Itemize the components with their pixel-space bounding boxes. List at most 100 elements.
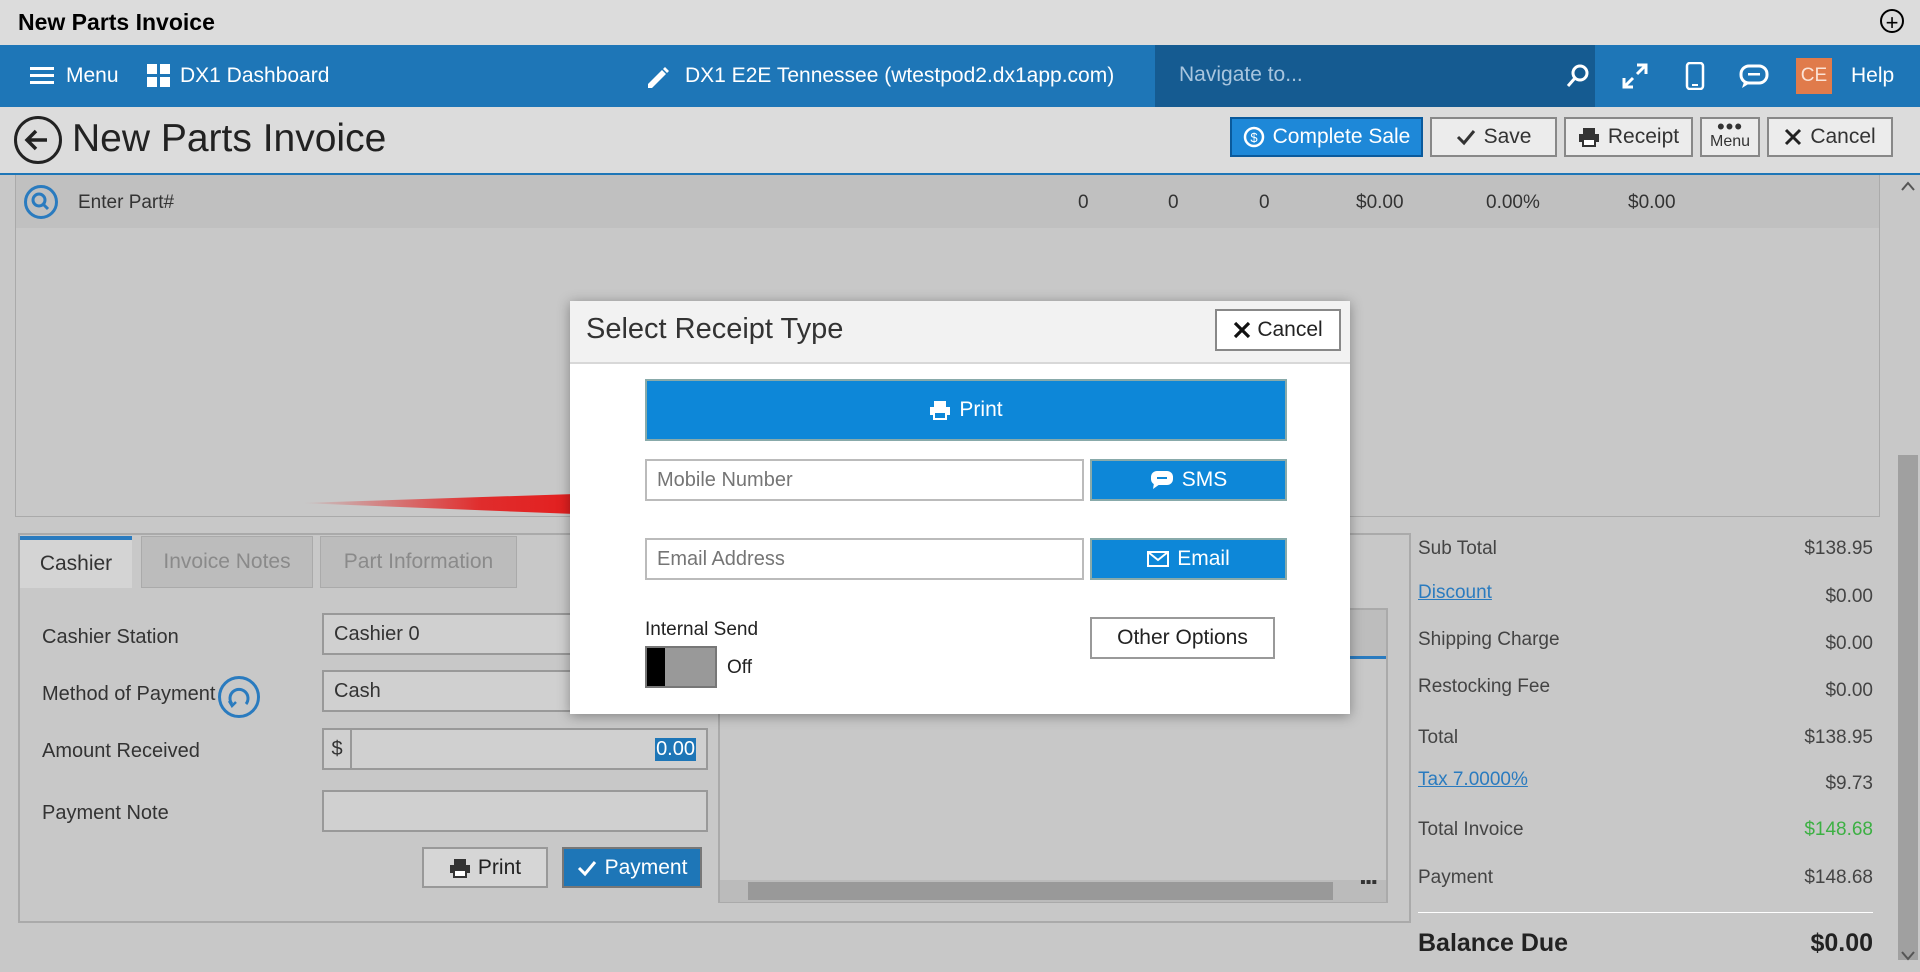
tab-part-information[interactable]: Part Information: [320, 536, 517, 588]
tab-invoice-notes[interactable]: Invoice Notes: [141, 536, 313, 588]
refresh-icon[interactable]: [218, 676, 260, 718]
svg-text:$: $: [1250, 130, 1258, 145]
total-invoice-label: Total Invoice: [1418, 819, 1524, 840]
dialog-header: Select Receipt Type Cancel: [570, 301, 1350, 364]
save-label: Save: [1483, 125, 1532, 148]
toggle-knob: [647, 648, 665, 686]
dashboard-button[interactable]: DX1 Dashboard: [147, 45, 329, 107]
cancel-button[interactable]: Cancel: [1767, 117, 1893, 157]
dialog-cancel-label: Cancel: [1257, 318, 1323, 341]
payment-button[interactable]: Payment: [562, 847, 702, 888]
balance-due-label: Balance Due: [1418, 929, 1569, 957]
payments-grid-hscroll[interactable]: ▪▪▪: [720, 874, 1386, 902]
receipt-label: Receipt: [1607, 125, 1680, 148]
part-qty-3: 0: [1259, 192, 1270, 213]
envelope-icon: [1147, 551, 1170, 567]
sms-button[interactable]: SMS: [1090, 459, 1287, 501]
summary-discount-row: Discount $0.00: [1418, 574, 1873, 614]
location-selector[interactable]: DX1 E2E Tennessee (wtestpod2.dx1app.com): [645, 45, 1114, 107]
expand-icon[interactable]: [1618, 59, 1652, 93]
print-receipt-label: Print: [959, 398, 1003, 421]
payment-method-select[interactable]: Cash: [322, 670, 572, 712]
part-number-input[interactable]: Enter Part#: [78, 192, 174, 214]
amount-received-field[interactable]: $ 0.00: [322, 728, 708, 770]
part-entry-row[interactable]: Enter Part# 0 0 0 $0.00 0.00% $0.00: [16, 175, 1879, 228]
part-search-icon[interactable]: [24, 185, 58, 219]
payment-summary-value: $148.68: [1804, 867, 1873, 888]
cashier-print-button[interactable]: Print: [422, 847, 548, 888]
scroll-up-icon[interactable]: [1900, 180, 1916, 192]
scroll-down-icon[interactable]: [1900, 950, 1916, 962]
payment-label: Payment: [604, 855, 688, 879]
amount-received-value[interactable]: 0.00: [655, 738, 696, 761]
close-icon: [1785, 128, 1802, 146]
checkmark-icon: [577, 860, 596, 876]
user-avatar[interactable]: CE: [1796, 58, 1832, 94]
internal-send-state: Off: [727, 657, 752, 678]
summary-divider: [1418, 912, 1873, 913]
window-title: New Parts Invoice: [18, 9, 215, 35]
dashboard-label: DX1 Dashboard: [180, 64, 330, 87]
chat-icon[interactable]: [1737, 59, 1771, 93]
help-link[interactable]: Help: [1851, 45, 1894, 107]
printer-icon: [1578, 128, 1599, 147]
cashier-station-value: Cashier 0: [334, 622, 420, 645]
menu-label: Menu: [66, 64, 119, 87]
printer-icon: [449, 858, 470, 878]
discount-link[interactable]: Discount: [1418, 582, 1492, 604]
part-price: $0.00: [1356, 192, 1404, 213]
payment-summary-label: Payment: [1418, 867, 1493, 888]
cashier-station-label: Cashier Station: [42, 626, 179, 648]
restocking-value: $0.00: [1825, 680, 1873, 701]
search-icon[interactable]: [1565, 63, 1591, 89]
receipt-type-dialog: Select Receipt Type Cancel Print SMS Ema…: [570, 301, 1350, 714]
back-button[interactable]: [14, 116, 62, 164]
payment-method-value: Cash: [334, 679, 381, 702]
other-options-button[interactable]: Other Options: [1090, 617, 1275, 659]
payment-method-label: Method of Payment: [42, 683, 216, 705]
internal-send-toggle[interactable]: [645, 646, 717, 688]
add-icon[interactable]: +: [1880, 9, 1904, 34]
payment-note-input[interactable]: [322, 790, 708, 832]
mobile-icon[interactable]: [1678, 59, 1712, 93]
complete-sale-button[interactable]: $ Complete Sale: [1230, 117, 1423, 157]
arrow-left-icon: [24, 129, 47, 151]
print-receipt-button[interactable]: Print: [645, 379, 1287, 441]
dialog-cancel-button[interactable]: Cancel: [1215, 309, 1341, 351]
navigate-search-input[interactable]: Navigate to...: [1155, 45, 1595, 107]
tab-cashier[interactable]: Cashier: [20, 536, 132, 588]
tax-value: $9.73: [1825, 773, 1873, 794]
email-button[interactable]: Email: [1090, 538, 1287, 580]
complete-sale-label: Complete Sale: [1272, 125, 1411, 148]
summary-total-invoice-row: Total Invoice $148.68: [1418, 811, 1873, 851]
balance-due-value: $0.00: [1810, 929, 1873, 957]
cancel-label: Cancel: [1810, 125, 1876, 148]
part-extended: $0.00: [1628, 192, 1676, 213]
top-navbar: Menu DX1 Dashboard DX1 E2E Tennessee (wt…: [0, 45, 1920, 107]
part-qty-2: 0: [1168, 192, 1179, 213]
total-invoice-value: $148.68: [1804, 819, 1873, 840]
payments-grid-hscroll-thumb[interactable]: [748, 882, 1333, 900]
save-button[interactable]: Save: [1430, 117, 1557, 157]
dollar-circle-icon: $: [1243, 126, 1264, 148]
grid-options-icon[interactable]: ▪▪▪: [1360, 874, 1377, 892]
cashier-station-select[interactable]: Cashier 0: [322, 613, 572, 655]
sms-label: SMS: [1181, 468, 1228, 491]
location-label: DX1 E2E Tennessee (wtestpod2.dx1app.com): [685, 64, 1115, 87]
annotation-arrow: [300, 482, 602, 526]
summary-payment-row: Payment $148.68: [1418, 859, 1873, 899]
page-scrollbar[interactable]: [1895, 175, 1920, 972]
receipt-button[interactable]: Receipt: [1564, 117, 1693, 157]
summary-total-row: Total $138.95: [1418, 719, 1873, 759]
chat-icon: [1150, 471, 1173, 489]
payment-note-label: Payment Note: [42, 802, 169, 824]
summary-shipping-row: Shipping Charge $0.00: [1418, 621, 1873, 661]
mobile-number-input[interactable]: [645, 459, 1084, 501]
tax-link[interactable]: Tax 7.0000%: [1418, 769, 1528, 791]
shipping-label: Shipping Charge: [1418, 629, 1560, 650]
more-menu-button[interactable]: ••• Menu: [1700, 116, 1760, 157]
menu-button[interactable]: Menu: [30, 45, 119, 107]
email-address-input[interactable]: [645, 538, 1084, 580]
scrollbar-thumb[interactable]: [1898, 455, 1918, 960]
total-label: Total: [1418, 727, 1459, 748]
